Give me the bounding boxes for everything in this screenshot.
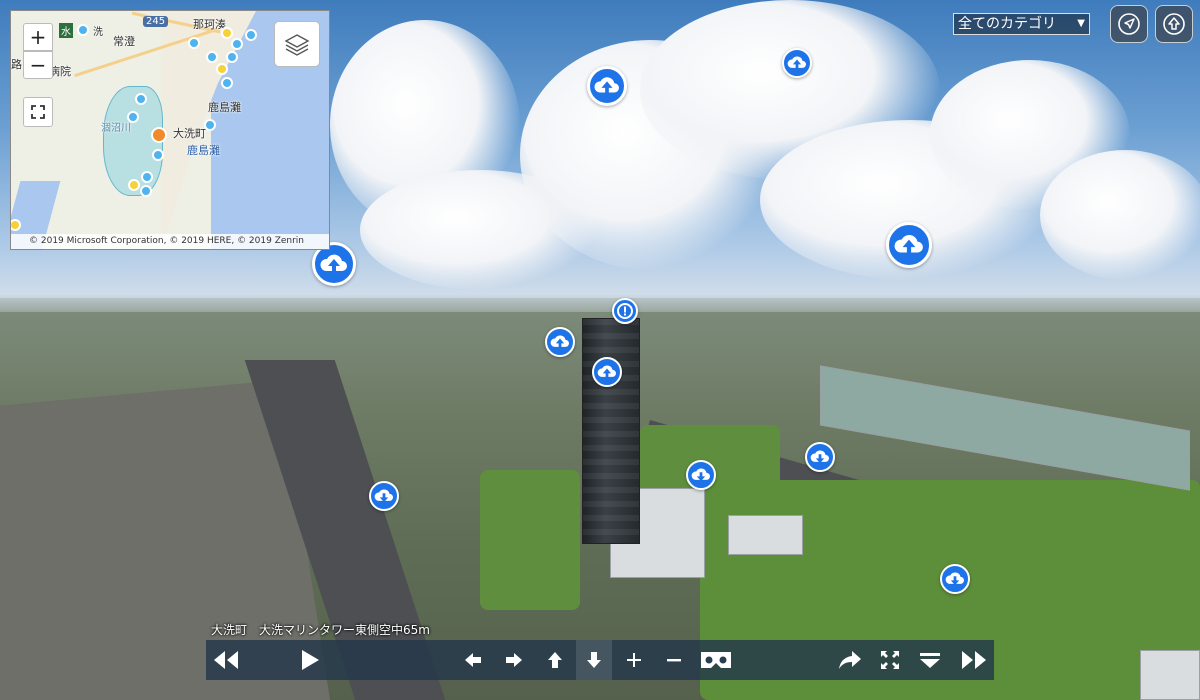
pan-up-button[interactable]: [540, 640, 570, 680]
collapse-toolbar-button[interactable]: [914, 640, 946, 680]
lawn: [480, 470, 580, 610]
category-select-value: 全てのカテゴリ: [958, 16, 1056, 32]
fast-forward-icon: [962, 651, 986, 669]
map-label: 鹿島灘: [208, 101, 241, 114]
map-marker[interactable]: [128, 179, 140, 191]
map-marker[interactable]: [188, 37, 200, 49]
category-select[interactable]: 全てのカテゴリ ▼: [953, 13, 1090, 35]
pan-down-button[interactable]: [576, 640, 612, 680]
navigate-button[interactable]: [1110, 5, 1148, 43]
info-hotspot[interactable]: [612, 298, 638, 324]
map-marker[interactable]: [245, 29, 257, 41]
cloud-download-hotspot[interactable]: [940, 564, 970, 594]
map-label: 大洗町: [173, 127, 206, 140]
minus-icon: [667, 659, 681, 662]
panorama-viewer[interactable]: 水 洗 245 那珂湊 常澄 路 ケ崎病院 鹿島灘 涸沼川 大洗町 鹿島灘 + …: [0, 0, 1200, 700]
map-attribution: © 2019 Microsoft Corporation, © 2019 HER…: [11, 234, 329, 249]
cloud-upload-hotspot[interactable]: [545, 327, 575, 357]
building: [1140, 650, 1200, 700]
cloud-upload-icon: [894, 234, 923, 254]
next-scene-button[interactable]: [954, 640, 994, 680]
map-label: 水: [59, 23, 73, 38]
arrow-up-icon: [548, 652, 562, 668]
map-marker[interactable]: [221, 27, 233, 39]
collapse-down-icon: [920, 653, 940, 668]
share-button[interactable]: [834, 640, 866, 680]
cloud-upload-icon: [320, 254, 347, 272]
share-arrow-icon: [839, 651, 861, 669]
vr-goggles-icon: [701, 652, 731, 668]
plus-icon: [627, 653, 641, 667]
arrow-down-icon: [587, 652, 601, 668]
map-marker[interactable]: [226, 51, 238, 63]
map-label: 鹿島灘: [187, 144, 220, 157]
map-marker[interactable]: [140, 185, 152, 197]
cloud-download-hotspot[interactable]: [369, 481, 399, 511]
go-up-button[interactable]: [1155, 5, 1193, 43]
zoom-out-button[interactable]: −: [23, 51, 53, 79]
rewind-icon: [214, 651, 238, 669]
map-marker[interactable]: [77, 24, 89, 36]
mini-map[interactable]: 水 洗 245 那珂湊 常澄 路 ケ崎病院 鹿島灘 涸沼川 大洗町 鹿島灘 + …: [10, 10, 330, 250]
cloud-upload-hotspot[interactable]: [886, 222, 932, 268]
arrow-left-icon: [465, 653, 481, 667]
fullscreen-icon: [31, 105, 45, 119]
zoom-in-button[interactable]: +: [23, 23, 53, 51]
cloud-upload-hotspot[interactable]: [592, 357, 622, 387]
marine-tower: [582, 318, 640, 544]
map-marker[interactable]: [231, 38, 243, 50]
map-layers-button[interactable]: [274, 21, 320, 67]
cloud-download-icon: [374, 489, 393, 503]
fullscreen-icon: [881, 651, 899, 669]
info-icon: [617, 303, 633, 319]
previous-scene-button[interactable]: [206, 640, 246, 680]
sky-cloud: [1040, 150, 1200, 280]
cloud-download-icon: [691, 468, 710, 482]
viewer-toolbar: [206, 640, 994, 680]
play-icon: [302, 650, 319, 670]
map-label: 涸沼川: [101, 123, 131, 134]
map-label: 洗: [93, 27, 103, 38]
chevron-down-icon: ▼: [1077, 18, 1085, 29]
cloud-upload-hotspot[interactable]: [587, 66, 627, 106]
cloud-upload-icon: [597, 365, 616, 378]
vr-mode-button[interactable]: [696, 640, 736, 680]
map-marker[interactable]: [204, 119, 216, 131]
pan-right-button[interactable]: [499, 640, 529, 680]
map-marker[interactable]: [152, 149, 164, 161]
map-marker[interactable]: [216, 63, 228, 75]
fullscreen-button[interactable]: [874, 640, 906, 680]
location-caption: 大洗町 大洗マリンタワー東側空中65m: [211, 623, 430, 637]
zoom-out-view-button[interactable]: [659, 640, 689, 680]
map-current-location[interactable]: [151, 127, 167, 143]
cloud-download-hotspot[interactable]: [686, 460, 716, 490]
layers-icon: [284, 34, 310, 56]
map-marker[interactable]: [135, 93, 147, 105]
cloud-upload-icon: [594, 77, 619, 94]
sky-cloud: [360, 170, 600, 290]
map-marker[interactable]: [141, 171, 153, 183]
map-marker[interactable]: [206, 51, 218, 63]
cloud-download-icon: [810, 450, 829, 464]
cloud-download-icon: [945, 572, 964, 586]
zoom-in-view-button[interactable]: [619, 640, 649, 680]
pan-left-button[interactable]: [458, 640, 488, 680]
cloud-upload-icon: [550, 335, 569, 348]
navigation-arrow-icon: [1118, 13, 1140, 35]
map-label: 路: [11, 58, 22, 71]
play-button[interactable]: [294, 640, 326, 680]
map-label: 常澄: [113, 35, 135, 48]
map-fullscreen-button[interactable]: [23, 97, 53, 127]
up-arrow-icon: [1163, 13, 1185, 35]
cloud-download-hotspot[interactable]: [805, 442, 835, 472]
arrow-right-icon: [506, 653, 522, 667]
map-marker[interactable]: [127, 111, 139, 123]
map-marker[interactable]: [221, 77, 233, 89]
cloud-upload-icon: [787, 56, 806, 69]
cloud-upload-hotspot[interactable]: [782, 48, 812, 78]
building: [728, 515, 803, 555]
map-label: 245: [143, 16, 169, 27]
